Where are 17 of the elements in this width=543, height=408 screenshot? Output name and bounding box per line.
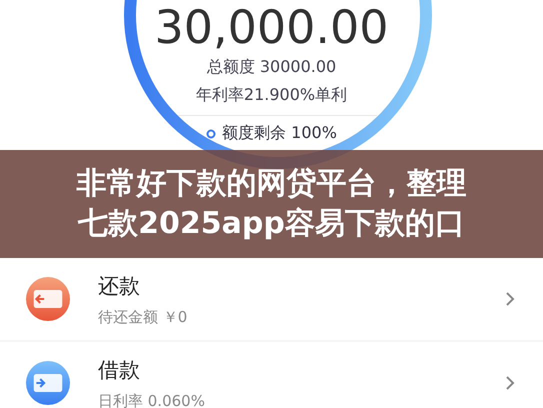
banner-title: 非常好下款的网贷平台，整理 <box>76 165 466 203</box>
annual-rate: 年利率21.900%单利 <box>196 85 348 106</box>
banner-title: 七款2025app容易下款的口 <box>78 205 465 243</box>
remaining-limit: 额度剩余 100% <box>222 123 337 144</box>
total-limit: 总额度 30000.00 <box>206 57 336 78</box>
row-subtitle: 待还金额 ￥0 <box>98 308 188 326</box>
menu-row[interactable]: 还款 待还金额 ￥0 <box>0 258 543 340</box>
credit-amount: 30,000.00 <box>154 4 389 50</box>
card-icon <box>26 361 70 405</box>
row-title: 借款 <box>98 356 141 384</box>
dot-icon <box>206 128 216 138</box>
chevron-icon <box>505 375 515 391</box>
chevron-icon <box>505 291 515 307</box>
row-subtitle: 日利率 0.060% <box>98 392 206 408</box>
row-title: 还款 <box>98 272 141 300</box>
card-icon <box>26 277 70 321</box>
menu-row[interactable]: 借款 日利率 0.060% <box>0 342 543 408</box>
